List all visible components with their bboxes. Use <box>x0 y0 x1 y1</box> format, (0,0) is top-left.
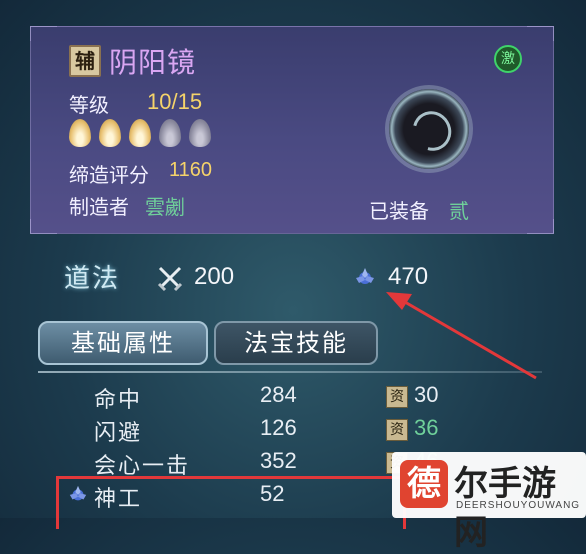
maker-label: 制造者 <box>69 195 129 219</box>
daofa-label: 道法 <box>64 264 121 294</box>
flame-icon <box>99 119 121 147</box>
level-value: 10/15 <box>147 89 203 114</box>
flame-icon <box>69 119 91 147</box>
attribute-value: 352 <box>260 448 297 473</box>
watermark-subtitle: DEERSHOUYOUWANG <box>456 500 581 511</box>
flame-icon <box>159 119 181 147</box>
item-card: 辅 阴阳镜 激 等级 10/15 缔造评分 1160 制造者 雲劌 已装备 贰 <box>30 26 554 234</box>
level-label: 等级 <box>69 93 109 117</box>
attribute-value: 126 <box>260 415 297 440</box>
flame-icon <box>189 119 211 147</box>
aptitude-badge: 资 <box>386 386 408 408</box>
divider <box>38 371 542 373</box>
aptitude-value: 30 <box>414 382 439 407</box>
highlight-box <box>56 476 406 529</box>
rating-label: 缔造评分 <box>69 163 149 187</box>
flame-icon <box>129 119 151 147</box>
equipped-label: 已装备 <box>369 199 429 223</box>
corner-ornament <box>30 26 57 41</box>
item-name: 阴阳镜 <box>109 46 197 79</box>
attribute-value: 284 <box>260 382 297 407</box>
rating-value: 1160 <box>169 159 213 181</box>
equipped-value: 贰 <box>449 199 469 223</box>
yinyang-mirror-icon <box>389 89 469 169</box>
tab-treasure-skills[interactable]: 法宝技能 <box>214 321 378 365</box>
watermark-logo: 德 <box>400 460 448 508</box>
corner-ornament <box>30 219 57 234</box>
watermark: 德 尔手游网 DEERSHOUYOUWANG <box>392 452 586 553</box>
item-type-badge: 辅 <box>69 45 101 77</box>
lotus-icon <box>356 268 374 284</box>
power-value: 470 <box>388 263 429 290</box>
crossed-swords-icon <box>157 266 183 292</box>
attribute-name: 命中 <box>94 388 143 413</box>
attack-value: 200 <box>194 263 235 290</box>
corner-ornament <box>527 219 554 234</box>
corner-ornament <box>527 26 554 41</box>
maker-value: 雲劌 <box>145 195 185 219</box>
refine-flames <box>69 119 211 147</box>
activate-badge[interactable]: 激 <box>494 45 522 73</box>
aptitude-value: 36 <box>414 415 439 440</box>
tab-basic-attributes[interactable]: 基础属性 <box>38 321 208 365</box>
attribute-name: 闪避 <box>94 421 143 446</box>
aptitude-badge: 资 <box>386 419 408 441</box>
